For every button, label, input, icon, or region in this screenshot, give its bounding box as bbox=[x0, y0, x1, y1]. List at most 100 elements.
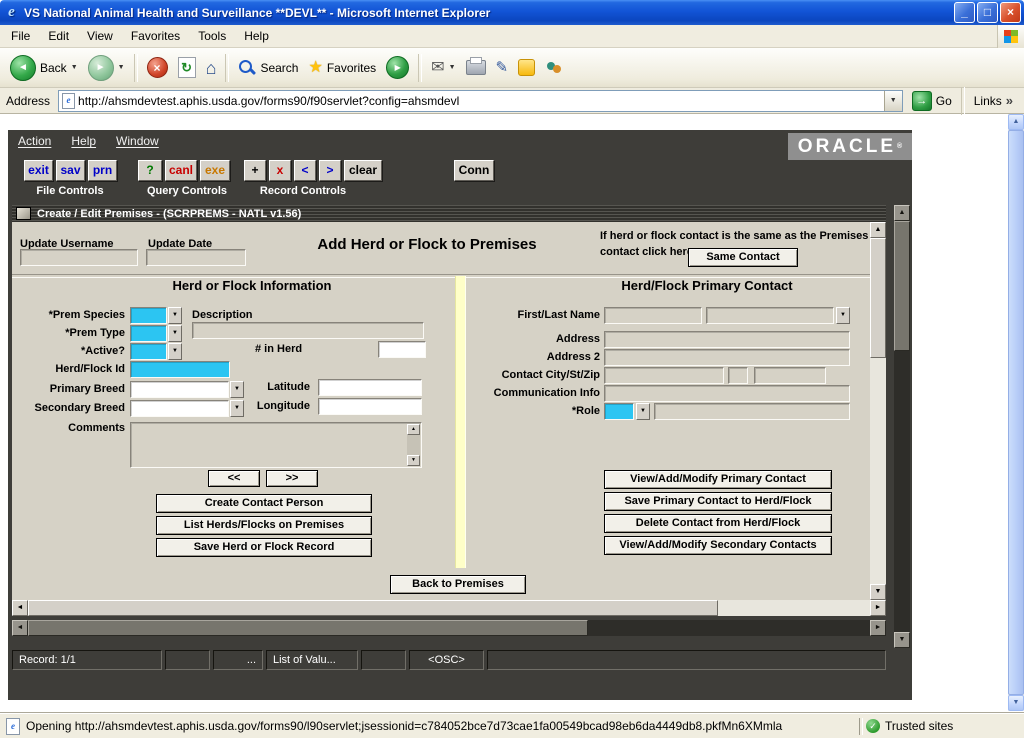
ie-status-bar: e Opening http://ahsmdevtest.aphis.usda.… bbox=[0, 713, 1024, 738]
favorites-button[interactable]: ★ Favorites bbox=[303, 52, 381, 84]
mail-button[interactable]: ✉ ▼ bbox=[426, 52, 460, 84]
menu-edit[interactable]: Edit bbox=[39, 26, 78, 46]
same-contact-button[interactable]: Same Contact bbox=[688, 248, 798, 267]
applet-vscroll-thumb[interactable] bbox=[894, 221, 910, 351]
home-button[interactable]: ⌂ bbox=[201, 52, 222, 84]
browser-scrollbar[interactable]: ▲ ▼ bbox=[1008, 114, 1024, 711]
forward-dropdown-icon[interactable]: ▼ bbox=[118, 64, 125, 71]
longitude-field[interactable] bbox=[318, 398, 422, 415]
search-button[interactable]: Search bbox=[233, 52, 303, 84]
herd-section-title: Herd or Flock Information bbox=[62, 278, 442, 293]
latitude-field[interactable] bbox=[318, 379, 422, 396]
query-help-button[interactable]: ? bbox=[138, 160, 162, 181]
prem-species-field[interactable] bbox=[130, 307, 167, 324]
form-horizontal-scrollbar[interactable]: ◄ ► bbox=[12, 600, 886, 616]
in-herd-field[interactable] bbox=[378, 341, 426, 358]
address-input[interactable] bbox=[78, 92, 884, 110]
media-button[interactable]: ▶ bbox=[381, 52, 414, 84]
discuss-button[interactable] bbox=[540, 52, 568, 84]
form-scroll-left[interactable]: ◄ bbox=[12, 600, 28, 616]
messenger-button[interactable] bbox=[513, 52, 540, 84]
form-scroll-right[interactable]: ► bbox=[870, 600, 886, 616]
mail-dropdown-icon[interactable]: ▼ bbox=[449, 64, 456, 71]
oracle-menu-window[interactable]: Window bbox=[116, 134, 159, 148]
back-to-premises-button[interactable]: Back to Premises bbox=[390, 575, 526, 594]
view-primary-contact-button[interactable]: View/Add/Modify Primary Contact bbox=[604, 470, 832, 489]
close-button[interactable]: × bbox=[1000, 2, 1021, 23]
browser-scroll-down[interactable]: ▼ bbox=[1008, 695, 1024, 711]
applet-horizontal-scrollbar[interactable]: ◄ ► bbox=[12, 620, 886, 636]
refresh-button[interactable]: ↻ bbox=[173, 52, 201, 84]
communication-info-label: Communication Info bbox=[482, 385, 600, 402]
role-dropdown[interactable]: ▼ bbox=[636, 403, 650, 420]
edit-button[interactable]: ✎ bbox=[491, 52, 514, 84]
next-herd-button[interactable]: >> bbox=[266, 470, 318, 487]
go-button[interactable]: → Go bbox=[907, 85, 957, 117]
next-record-button[interactable]: > bbox=[319, 160, 341, 181]
prem-type-dropdown[interactable]: ▼ bbox=[168, 325, 182, 342]
oracle-menu-action[interactable]: Action bbox=[18, 134, 51, 148]
save-primary-contact-button[interactable]: Save Primary Contact to Herd/Flock bbox=[604, 492, 832, 511]
delete-record-button[interactable]: x bbox=[269, 160, 291, 181]
exit-button[interactable]: exit bbox=[24, 160, 53, 181]
form-scroll-down[interactable]: ▼ bbox=[870, 584, 886, 600]
active-dropdown[interactable]: ▼ bbox=[168, 343, 182, 360]
clear-record-button[interactable]: clear bbox=[344, 160, 382, 181]
active-field[interactable] bbox=[130, 343, 167, 360]
previous-herd-button[interactable]: << bbox=[208, 470, 260, 487]
cancel-query-button[interactable]: canl bbox=[165, 160, 197, 181]
minimize-button[interactable]: _ bbox=[954, 2, 975, 23]
print-record-button[interactable]: prn bbox=[88, 160, 117, 181]
comments-field[interactable]: ▲ ▼ bbox=[130, 422, 422, 468]
menu-file[interactable]: File bbox=[2, 26, 39, 46]
form-scroll-up[interactable]: ▲ bbox=[870, 222, 886, 238]
contact-section-title: Herd/Flock Primary Contact bbox=[517, 278, 870, 293]
role-field[interactable] bbox=[604, 403, 634, 420]
herd-flock-id-field[interactable] bbox=[130, 361, 230, 378]
form-vertical-scrollbar[interactable]: ▲ ▼ bbox=[870, 222, 886, 600]
stop-button[interactable]: × bbox=[142, 52, 173, 84]
applet-hscroll-thumb[interactable] bbox=[28, 620, 588, 636]
back-button[interactable]: ◄ Back ▼ bbox=[5, 52, 83, 84]
print-button[interactable] bbox=[461, 52, 491, 84]
page-title: Add Herd or Flock to Premises bbox=[277, 236, 577, 253]
prem-type-field[interactable] bbox=[130, 325, 167, 342]
browser-scroll-thumb[interactable] bbox=[1008, 130, 1024, 695]
menu-tools[interactable]: Tools bbox=[189, 26, 235, 46]
add-record-button[interactable]: + bbox=[244, 160, 266, 181]
prem-species-dropdown[interactable]: ▼ bbox=[168, 307, 182, 324]
contact-city-st-zip-label: Contact City/St/Zip bbox=[482, 367, 600, 384]
contact-name-dropdown[interactable]: ▼ bbox=[836, 307, 850, 324]
previous-record-button[interactable]: < bbox=[294, 160, 316, 181]
execute-query-button[interactable]: exe bbox=[200, 160, 230, 181]
save-button[interactable]: sav bbox=[56, 160, 85, 181]
comments-scroll-down[interactable]: ▼ bbox=[407, 455, 420, 466]
save-herd-record-button[interactable]: Save Herd or Flock Record bbox=[156, 538, 372, 557]
oracle-menu-help[interactable]: Help bbox=[71, 134, 96, 148]
menu-view[interactable]: View bbox=[78, 26, 122, 46]
conn-button[interactable]: Conn bbox=[454, 160, 494, 181]
maximize-button[interactable]: □ bbox=[977, 2, 998, 23]
forward-button[interactable]: ► ▼ bbox=[83, 52, 130, 84]
menu-favorites[interactable]: Favorites bbox=[122, 26, 189, 46]
view-secondary-contacts-button[interactable]: View/Add/Modify Secondary Contacts bbox=[604, 536, 832, 555]
applet-vertical-scrollbar[interactable]: ▲ ▼ bbox=[894, 205, 910, 648]
form-vscroll-thumb[interactable] bbox=[870, 238, 886, 358]
delete-contact-button[interactable]: Delete Contact from Herd/Flock bbox=[604, 514, 832, 533]
applet-scroll-left[interactable]: ◄ bbox=[12, 620, 28, 636]
links-button[interactable]: Links » bbox=[969, 85, 1018, 117]
herd-flock-id-label: Herd/Flock Id bbox=[12, 361, 125, 378]
form-window-titlebar[interactable]: Create / Edit Premises - (SCRPREMS - NAT… bbox=[12, 205, 886, 222]
applet-scroll-right[interactable]: ► bbox=[870, 620, 886, 636]
address-dropdown[interactable]: ▼ bbox=[884, 91, 902, 111]
applet-scroll-up[interactable]: ▲ bbox=[894, 205, 910, 221]
comments-scrollbar[interactable]: ▲ ▼ bbox=[407, 424, 420, 466]
back-dropdown-icon[interactable]: ▼ bbox=[71, 64, 78, 71]
list-herds-flocks-button[interactable]: List Herds/Flocks on Premises bbox=[156, 516, 372, 535]
menu-help[interactable]: Help bbox=[235, 26, 278, 46]
browser-scroll-up[interactable]: ▲ bbox=[1008, 114, 1024, 130]
create-contact-person-button[interactable]: Create Contact Person bbox=[156, 494, 372, 513]
applet-scroll-down[interactable]: ▼ bbox=[894, 632, 910, 648]
form-hscroll-thumb[interactable] bbox=[28, 600, 718, 616]
comments-scroll-up[interactable]: ▲ bbox=[407, 424, 420, 435]
